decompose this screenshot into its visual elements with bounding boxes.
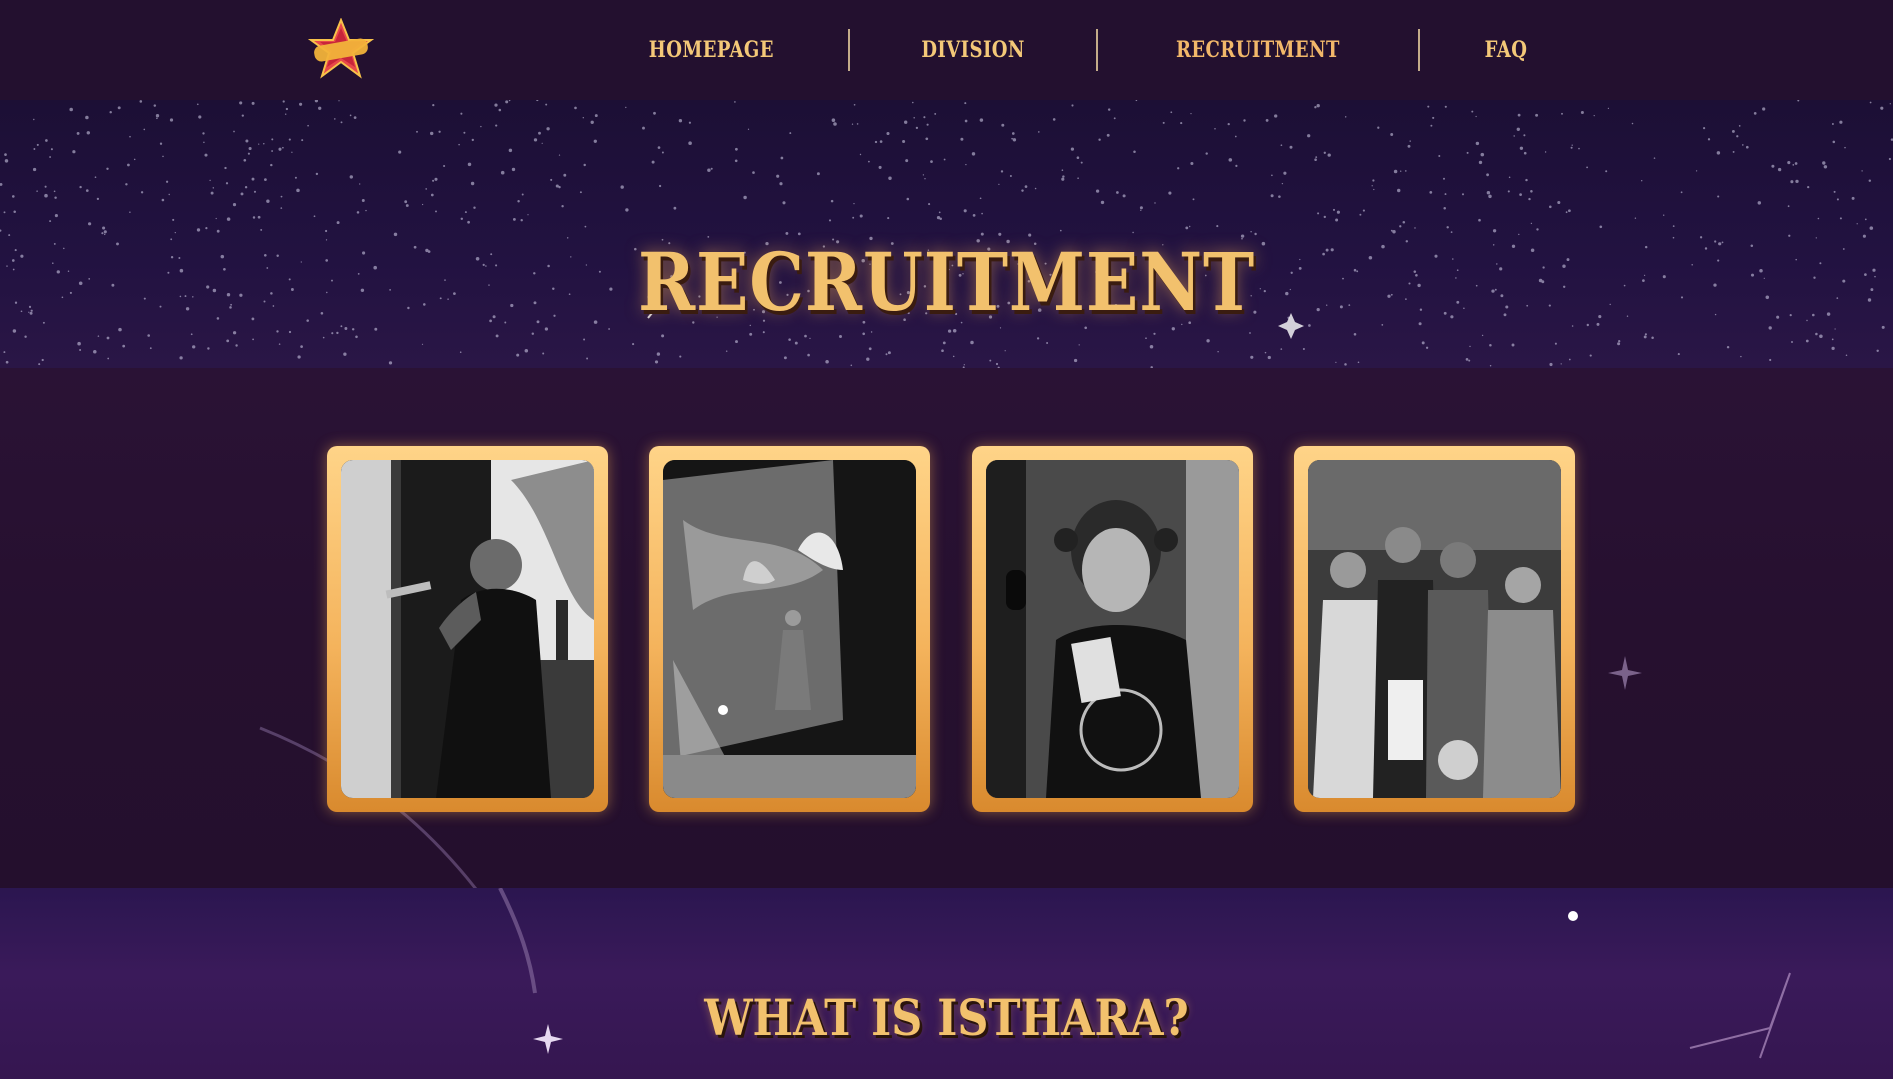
gallery-photo — [341, 460, 594, 798]
gallery-card[interactable] — [327, 446, 608, 812]
top-nav: HOMEPAGE DIVISION RECRUITMENT FAQ — [0, 0, 1893, 100]
gallery-card[interactable] — [649, 446, 931, 812]
constellation-decoration — [498, 888, 1791, 1059]
gallery-card[interactable] — [971, 446, 1253, 812]
starlight-logo[interactable] — [307, 17, 375, 80]
nav-divider — [847, 29, 850, 71]
gallery-card[interactable] — [1293, 446, 1575, 812]
gallery-photo — [985, 460, 1239, 798]
nav-homepage[interactable]: HOMEPAGE — [600, 29, 824, 71]
section-heading: WHAT IS ISTHARA? — [704, 988, 1189, 1047]
nav-menu: HOMEPAGE DIVISION RECRUITMENT FAQ — [575, 28, 1592, 72]
nav-recruitment[interactable]: RECRUITMENT — [1127, 29, 1389, 71]
gallery-section — [0, 368, 1893, 888]
page-title: RECRUITMENT — [637, 235, 1256, 329]
nav-divider — [1095, 29, 1098, 71]
about-section: WHAT IS ISTHARA? — [0, 888, 1893, 1079]
photo-gallery — [327, 446, 1575, 812]
nav-faq[interactable]: FAQ — [1435, 29, 1576, 71]
gallery-photo — [663, 460, 917, 798]
nav-divider — [1417, 29, 1420, 71]
nav-division[interactable]: DIVISION — [872, 29, 1074, 71]
hero-banner: RECRUITMENT — [0, 100, 1893, 368]
gallery-photo — [1307, 460, 1561, 798]
